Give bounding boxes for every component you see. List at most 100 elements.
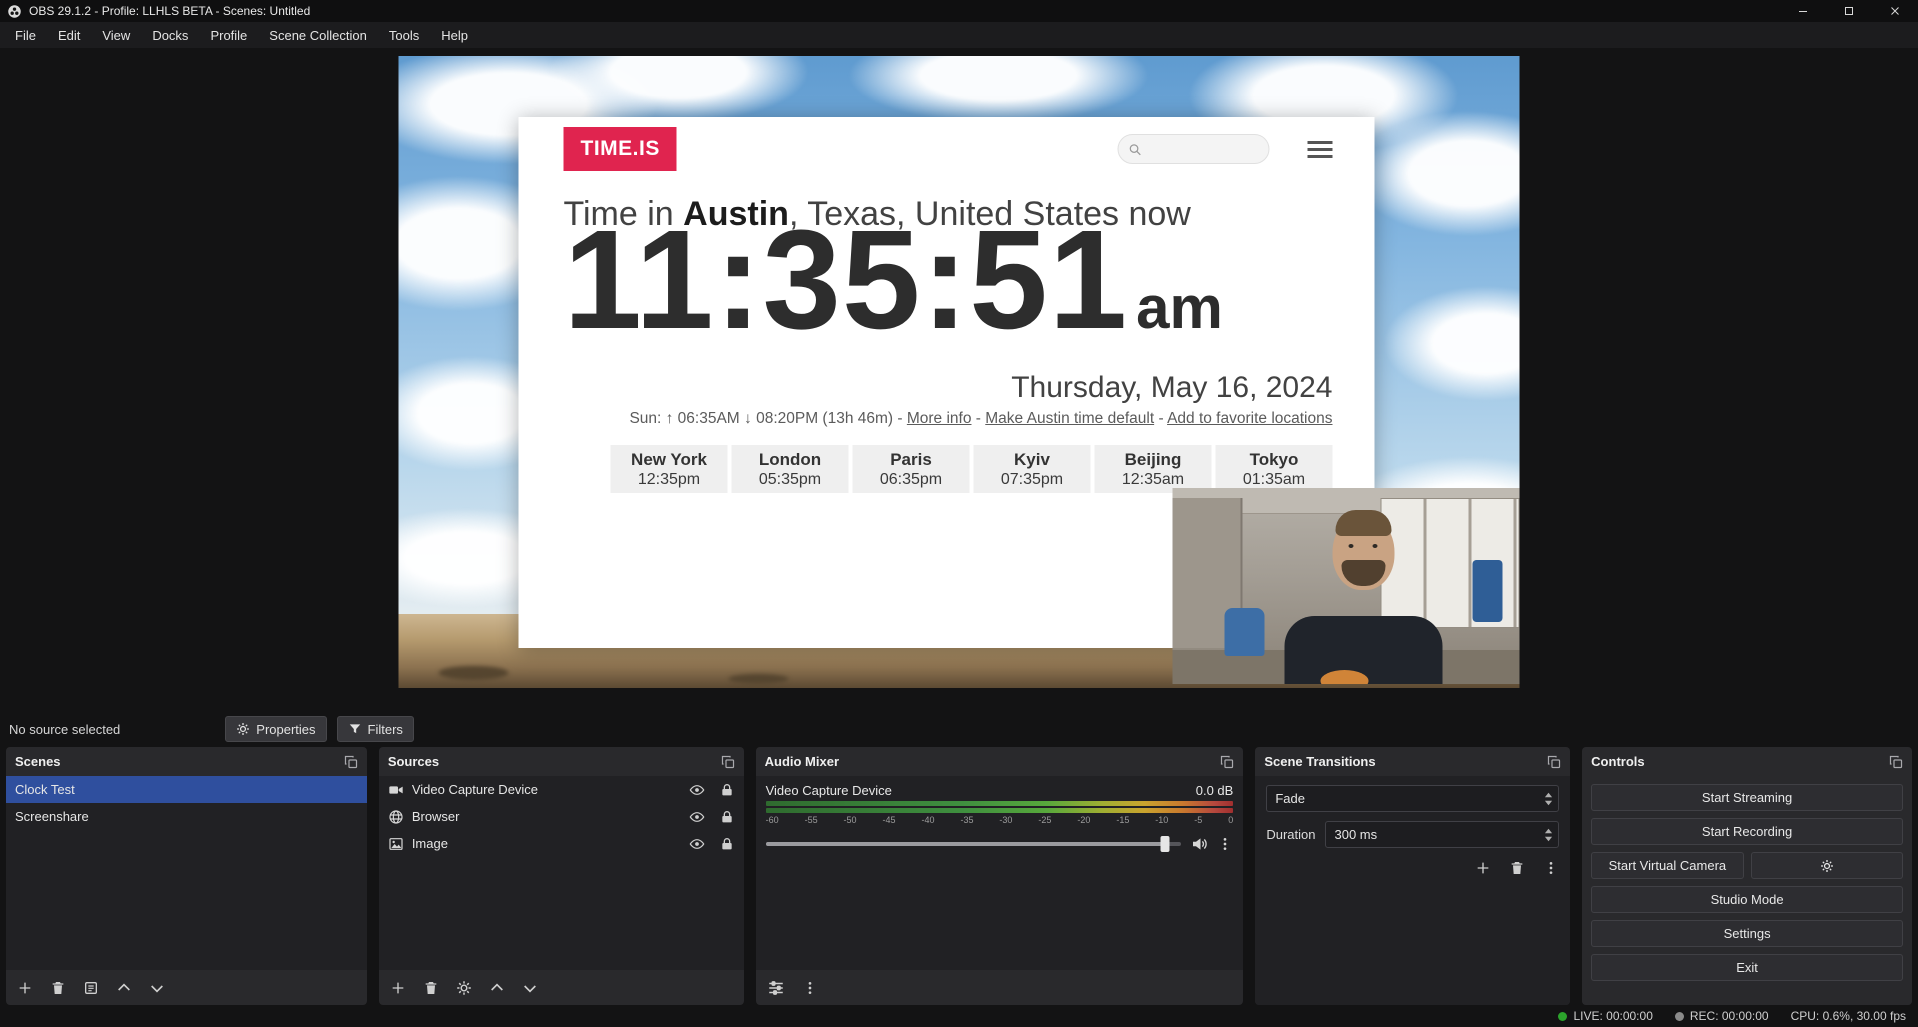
studio-mode-button[interactable]: Studio Mode	[1591, 886, 1903, 913]
move-source-down-button[interactable]	[522, 980, 538, 996]
make-default-link: Make Austin time default	[985, 410, 1154, 427]
world-clock-box: Tokyo01:35am	[1216, 445, 1333, 493]
move-scene-down-button[interactable]	[149, 980, 165, 996]
speaker-icon[interactable]	[1190, 835, 1208, 853]
audio-channel-name: Video Capture Device	[766, 783, 892, 798]
close-button[interactable]	[1872, 0, 1918, 22]
eye-visible-icon[interactable]	[689, 836, 705, 852]
webcam-chair	[1473, 560, 1503, 622]
menu-scene-collection[interactable]: Scene Collection	[258, 22, 378, 48]
sources-panel-header: Sources	[379, 747, 744, 776]
chevron-up-icon	[116, 980, 132, 996]
desert-scrub	[729, 674, 789, 684]
sources-list: Video Capture Device Browser	[379, 776, 744, 970]
start-streaming-button[interactable]: Start Streaming	[1591, 784, 1903, 811]
virtual-camera-config-button[interactable]	[1751, 852, 1903, 879]
menu-help[interactable]: Help	[430, 22, 479, 48]
sources-title: Sources	[388, 754, 439, 769]
controls-title: Controls	[1591, 754, 1644, 769]
maximize-button[interactable]	[1826, 0, 1872, 22]
settings-button[interactable]: Settings	[1591, 920, 1903, 947]
scene-item-screenshare[interactable]: Screenshare	[6, 803, 367, 830]
eye-visible-icon[interactable]	[689, 782, 705, 798]
add-transition-button[interactable]	[1475, 860, 1491, 876]
timeis-header: TIME.IS	[564, 123, 1333, 175]
menu-profile[interactable]: Profile	[199, 22, 258, 48]
remove-transition-button[interactable]	[1509, 860, 1525, 876]
maximize-icon	[1843, 5, 1855, 17]
minimize-button[interactable]	[1780, 0, 1826, 22]
volume-slider-handle[interactable]	[1160, 836, 1169, 852]
lock-icon[interactable]	[719, 836, 735, 852]
popout-icon	[1889, 755, 1903, 769]
desert-scrub	[439, 666, 509, 680]
gear-icon	[1820, 859, 1834, 873]
scenes-popout-button[interactable]	[344, 755, 358, 769]
transition-select[interactable]: Fade	[1266, 785, 1559, 812]
lock-icon[interactable]	[719, 809, 735, 825]
volume-slider-fill	[766, 842, 1165, 846]
globe-icon	[388, 809, 404, 825]
controls-header: Controls	[1582, 747, 1912, 776]
remove-scene-button[interactable]	[50, 980, 66, 996]
volume-slider[interactable]	[766, 842, 1182, 846]
rec-indicator-icon	[1675, 1012, 1684, 1021]
eye-visible-icon[interactable]	[689, 809, 705, 825]
world-clocks: New York12:35pm London05:35pm Paris06:35…	[564, 445, 1333, 493]
menu-docks[interactable]: Docks	[141, 22, 199, 48]
lock-icon[interactable]	[719, 782, 735, 798]
preview-canvas[interactable]: TIME.IS Time in Austin, Texas, United St…	[399, 56, 1520, 688]
source-properties-button[interactable]	[456, 980, 472, 996]
kebab-menu-icon[interactable]	[1217, 836, 1233, 852]
sliders-icon	[767, 979, 785, 997]
scene-item-clock-test[interactable]: Clock Test	[6, 776, 367, 803]
webcam-person-eye	[1349, 544, 1354, 548]
cpu-fps-status: CPU: 0.6%, 30.00 fps	[1791, 1009, 1906, 1023]
start-recording-button[interactable]: Start Recording	[1591, 818, 1903, 845]
add-scene-button[interactable]	[17, 980, 33, 996]
start-virtual-camera-button[interactable]: Start Virtual Camera	[1591, 852, 1743, 879]
transitions-actions	[1266, 860, 1559, 876]
popout-icon	[1547, 755, 1561, 769]
webcam-person-hair	[1336, 510, 1392, 536]
controls-panel: Controls Start Streaming Start Recording…	[1582, 747, 1912, 1005]
more-info-link: More info	[907, 410, 972, 427]
source-item-video-capture[interactable]: Video Capture Device	[379, 776, 744, 803]
transitions-popout-button[interactable]	[1547, 755, 1561, 769]
menu-tools[interactable]: Tools	[378, 22, 430, 48]
timeis-sun-line: Sun: ↑ 06:35AM ↓ 08:20PM (13h 46m) - Mor…	[564, 410, 1333, 428]
plus-icon	[1475, 860, 1491, 876]
transition-menu-button[interactable]	[1543, 860, 1559, 876]
advanced-audio-button[interactable]	[767, 979, 785, 997]
filters-button[interactable]: Filters	[337, 716, 414, 742]
audio-mixer-menu-button[interactable]	[802, 980, 818, 996]
menu-edit[interactable]: Edit	[47, 22, 91, 48]
move-scene-up-button[interactable]	[116, 980, 132, 996]
sources-popout-button[interactable]	[721, 755, 735, 769]
scene-filters-icon	[83, 980, 99, 996]
controls-popout-button[interactable]	[1889, 755, 1903, 769]
filter-icon	[348, 722, 362, 736]
scene-filters-button[interactable]	[83, 980, 99, 996]
audio-popout-button[interactable]	[1220, 755, 1234, 769]
gear-icon	[236, 722, 250, 736]
source-item-browser[interactable]: Browser	[379, 803, 744, 830]
spin-arrows-icon[interactable]	[1543, 826, 1554, 844]
properties-button[interactable]: Properties	[225, 716, 326, 742]
duration-spinbox[interactable]: 300 ms	[1325, 821, 1559, 848]
remove-source-button[interactable]	[423, 980, 439, 996]
sources-panel: Sources Video Capture Device Browser	[379, 747, 744, 1005]
menu-file[interactable]: File	[4, 22, 47, 48]
menu-view[interactable]: View	[91, 22, 141, 48]
titlebar: OBS 29.1.2 - Profile: LLHLS BETA - Scene…	[0, 0, 1918, 22]
menubar: File Edit View Docks Profile Scene Colle…	[0, 22, 1918, 48]
clock-time: 11:35:51	[564, 205, 1129, 353]
duration-value: 300 ms	[1334, 827, 1377, 842]
source-item-image[interactable]: Image	[379, 830, 744, 857]
exit-button[interactable]: Exit	[1591, 954, 1903, 981]
move-source-up-button[interactable]	[489, 980, 505, 996]
audio-meter-scale: -60-55-50-45-40-35-30-25-20-15-10-50	[766, 815, 1234, 825]
audio-mixer-title: Audio Mixer	[765, 754, 839, 769]
scenes-panel: Scenes Clock Test Screenshare	[6, 747, 367, 1005]
add-source-button[interactable]	[390, 980, 406, 996]
